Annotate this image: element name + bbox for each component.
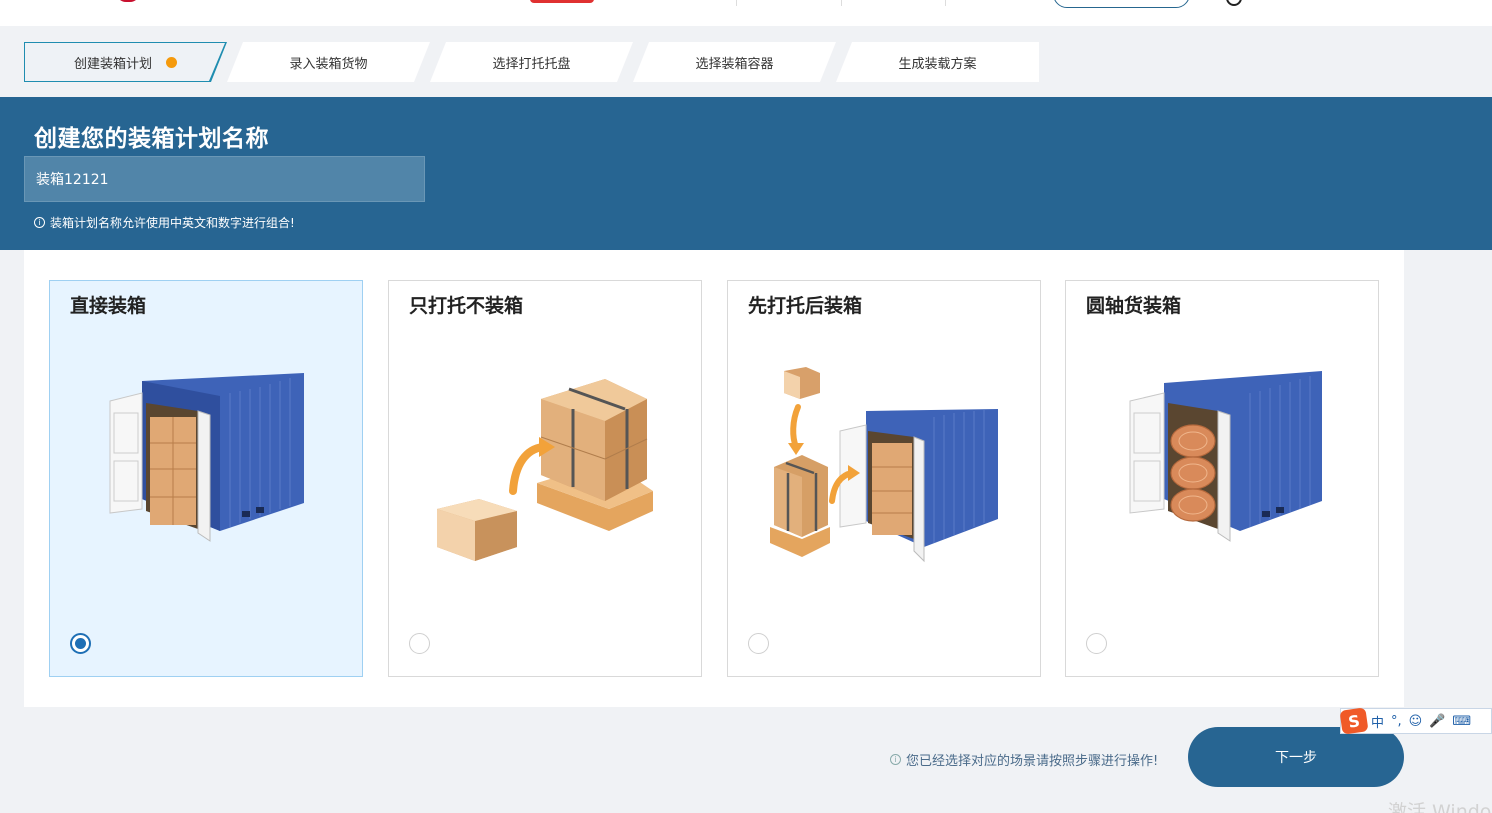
user-icon[interactable] (1226, 0, 1242, 6)
option-radio[interactable] (70, 633, 91, 654)
step-label: 创建装箱计划 (73, 56, 152, 72)
hint-text: 装箱计划名称允许使用中英文和数字进行组合! (50, 216, 295, 230)
pallet-into-container-icon (770, 367, 998, 563)
option-radio[interactable] (748, 633, 769, 654)
option-title: 直接装箱 (70, 295, 147, 317)
step-bar: 创建装箱计划 录入装箱货物 选择打托托盘 选择装箱容器 生成装载方案 (24, 42, 1044, 82)
site-logo[interactable] (108, 0, 258, 4)
plan-name-hint: i 装箱计划名称允许使用中英文和数字进行组合! (34, 214, 295, 231)
footer-tip: i 您已经选择对应的场景请按照步骤进行操作! (890, 750, 1158, 769)
step-label: 选择装箱容器 (695, 56, 774, 72)
step-label: 选择打托托盘 (492, 56, 571, 72)
option-direct-packing[interactable]: 直接装箱 (49, 280, 363, 677)
top-header (0, 0, 1492, 26)
step-select-pallet[interactable]: 选择打托托盘 (430, 42, 633, 82)
step-enter-cargo[interactable]: 录入装箱货物 (227, 42, 430, 82)
step-label: 录入装箱货物 (289, 56, 368, 72)
step-label: 生成装载方案 (898, 56, 977, 72)
sogou-logo-icon: S (1339, 707, 1369, 735)
option-radio[interactable] (1086, 633, 1107, 654)
emoji-icon[interactable]: ☺ (1409, 714, 1423, 729)
plan-name-input[interactable] (24, 156, 425, 202)
activation-watermark: 激活 Windo (1388, 801, 1492, 813)
option-roll-cargo[interactable]: 圆轴货装箱 (1065, 280, 1379, 677)
info-icon: i (34, 217, 45, 228)
current-step-dot-icon (166, 56, 177, 68)
nav-divider (945, 0, 946, 6)
option-title: 先打托后装箱 (748, 295, 863, 317)
option-pallet-only[interactable]: 只打托不装箱 (388, 280, 702, 677)
footer-tip-text: 您已经选择对应的场景请按照步骤进行操作! (906, 754, 1159, 769)
microphone-icon[interactable]: 🎤 (1429, 714, 1445, 729)
option-title: 只打托不装箱 (409, 295, 524, 317)
nav-divider (841, 0, 842, 6)
plan-name-banner: 创建您的装箱计划名称 i 装箱计划名称允许使用中英文和数字进行组合! (0, 97, 1492, 250)
option-radio[interactable] (409, 633, 430, 654)
container-with-rolls-icon (1129, 371, 1322, 542)
next-step-button[interactable]: 下一步 (1188, 727, 1404, 787)
scenario-panel: 直接装箱 只打托不装箱 先打托后装箱 圆轴货装箱 (24, 250, 1404, 707)
step-generate-plan[interactable]: 生成装载方案 (836, 42, 1039, 82)
option-title: 圆轴货装箱 (1086, 295, 1182, 317)
header-action-button[interactable] (1053, 0, 1190, 8)
keyboard-icon[interactable]: ⌨ (1452, 714, 1471, 729)
option-pallet-then-container[interactable]: 先打托后装箱 (727, 280, 1041, 677)
nav-divider (736, 0, 737, 6)
step-create-plan[interactable]: 创建装箱计划 (24, 42, 227, 82)
ime-toolbar[interactable]: S 中 °, ☺ 🎤 ⌨ (1339, 707, 1492, 735)
ime-punct[interactable]: °, (1391, 714, 1402, 729)
container-with-boxes-icon (109, 373, 304, 542)
step-select-container[interactable]: 选择装箱容器 (633, 42, 836, 82)
info-icon: i (890, 754, 901, 765)
ime-mode[interactable]: 中 (1371, 712, 1384, 731)
brand-logo (530, 0, 594, 3)
banner-title: 创建您的装箱计划名称 (34, 126, 269, 152)
box-to-pallet-icon (437, 379, 653, 561)
